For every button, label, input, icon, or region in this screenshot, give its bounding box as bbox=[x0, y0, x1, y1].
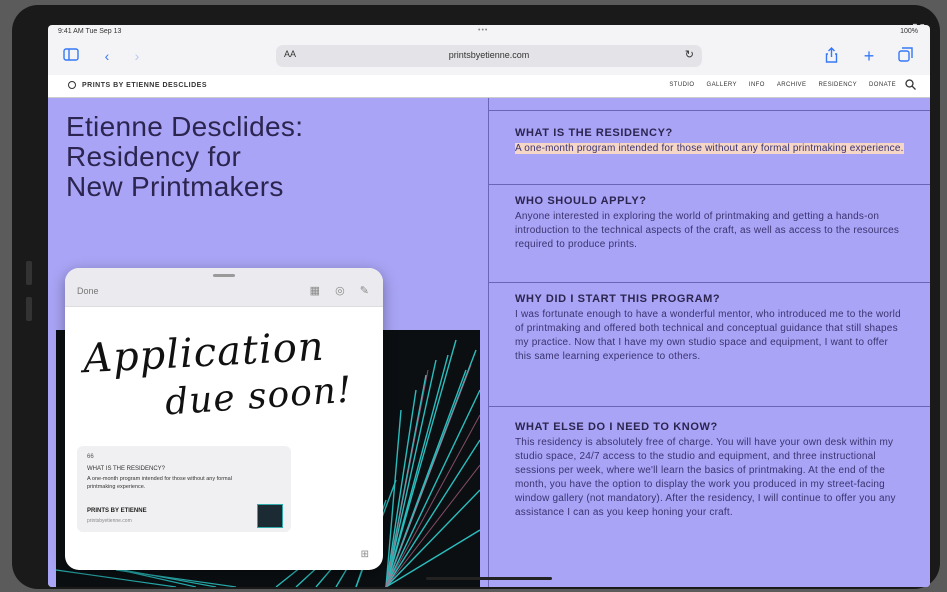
nav-residency[interactable]: RESIDENCY bbox=[818, 82, 857, 88]
nav-studio[interactable]: STUDIO bbox=[669, 82, 694, 88]
site-header: PRINTS BY ETIENNE DESCLIDES STUDIO GALLE… bbox=[48, 75, 930, 98]
title-line: Residency for bbox=[66, 141, 242, 172]
nav-info[interactable]: INFO bbox=[749, 82, 765, 88]
url-text[interactable]: printsbyetienne.com bbox=[276, 50, 702, 60]
side-button bbox=[26, 297, 32, 321]
link-card-site: PRINTS BY ETIENNE bbox=[87, 508, 147, 514]
faq-question: WHO SHOULD APPLY? bbox=[515, 195, 647, 207]
faq-item: WHO SHOULD APPLY? Anyone interested in e… bbox=[489, 184, 930, 282]
search-icon[interactable] bbox=[905, 79, 916, 93]
plus-icon[interactable]: + bbox=[858, 47, 880, 65]
chevron-left-icon[interactable]: ‹ bbox=[96, 47, 118, 65]
tabs-icon[interactable] bbox=[894, 47, 916, 65]
quick-note-window[interactable]: Done ▦ ◎ ✎ Application due soon! 66 WHAT… bbox=[65, 268, 383, 570]
faq-item: WHAT ELSE DO I NEED TO KNOW? This reside… bbox=[489, 406, 930, 587]
note-tools: ▦ ◎ ✎ bbox=[298, 284, 369, 297]
compose-icon[interactable]: ✎ bbox=[360, 285, 369, 297]
done-button[interactable]: Done bbox=[77, 286, 99, 296]
highlighted-text[interactable]: A one-month program intended for those w… bbox=[515, 143, 904, 154]
ipad-bezel: ⛶ 9:41 AM Tue Sep 13 ••• 100% ‹ › AA pri… bbox=[12, 5, 940, 589]
title-line: New Printmakers bbox=[66, 171, 284, 202]
link-card-title: WHAT IS THE RESIDENCY? bbox=[87, 466, 166, 472]
faq-answer: A one-month program intended for those w… bbox=[515, 142, 904, 156]
link-card-thumbnail bbox=[257, 504, 283, 528]
faq-question: WHAT IS THE RESIDENCY? bbox=[515, 127, 673, 139]
chevron-right-icon[interactable]: › bbox=[126, 47, 148, 65]
site-nav: STUDIO GALLERY INFO ARCHIVE RESIDENCY DO… bbox=[659, 82, 896, 88]
faq-answer: I was fortunate enough to have a wonderf… bbox=[515, 309, 901, 362]
handwritten-text: due soon! bbox=[163, 369, 354, 424]
faq-question: WHY DID I START THIS PROGRAM? bbox=[515, 293, 721, 305]
page-title: Etienne Desclides: Residency for New Pri… bbox=[66, 112, 466, 202]
battery-indicator: 100% bbox=[900, 28, 918, 35]
nav-gallery[interactable]: GALLERY bbox=[707, 82, 737, 88]
faq-answer: This residency is absolutely free of cha… bbox=[515, 437, 896, 518]
note-options-icon[interactable]: ⊞ bbox=[361, 549, 369, 560]
quote-marker: 66 bbox=[87, 454, 94, 460]
site-brand[interactable]: PRINTS BY ETIENNE DESCLIDES bbox=[68, 81, 207, 89]
faq-item: WHAT IS THE RESIDENCY? A one-month progr… bbox=[489, 110, 930, 184]
title-line: Etienne Desclides: bbox=[66, 111, 304, 142]
status-time: 9:41 AM Tue Sep 13 bbox=[58, 28, 122, 35]
side-button bbox=[26, 261, 32, 285]
reload-icon[interactable]: ↻ bbox=[685, 48, 694, 61]
quick-note-toolbar: Done ▦ ◎ ✎ bbox=[65, 268, 383, 307]
brand-name: PRINTS BY ETIENNE DESCLIDES bbox=[82, 81, 208, 89]
link-preview-card[interactable]: 66 WHAT IS THE RESIDENCY? A one-month pr… bbox=[77, 446, 291, 532]
grid-icon[interactable]: ▦ bbox=[310, 285, 320, 297]
faq-question: WHAT ELSE DO I NEED TO KNOW? bbox=[515, 421, 718, 433]
brand-logo-icon bbox=[68, 81, 76, 89]
nav-donate[interactable]: DONATE bbox=[869, 82, 896, 88]
link-card-description: A one-month program intended for those w… bbox=[87, 476, 232, 490]
sidebar-icon[interactable] bbox=[60, 47, 82, 65]
address-bar[interactable]: AA printsbyetienne.com ↻ bbox=[276, 45, 702, 67]
status-bar: 9:41 AM Tue Sep 13 ••• 100% bbox=[48, 25, 930, 39]
safari-toolbar: ‹ › AA printsbyetienne.com ↻ + bbox=[48, 39, 930, 75]
markup-icon[interactable]: ◎ bbox=[335, 285, 345, 297]
faq-answer: Anyone interested in exploring the world… bbox=[515, 211, 900, 250]
nav-archive[interactable]: ARCHIVE bbox=[777, 82, 806, 88]
drag-handle[interactable] bbox=[213, 274, 235, 277]
screen: 9:41 AM Tue Sep 13 ••• 100% ‹ › AA print… bbox=[48, 25, 930, 587]
faq-item: WHY DID I START THIS PROGRAM? I was fort… bbox=[489, 282, 930, 406]
share-icon[interactable] bbox=[820, 47, 842, 65]
home-indicator[interactable] bbox=[426, 577, 552, 580]
link-card-url: printsbyetienne.com bbox=[87, 518, 132, 524]
multitask-dots[interactable]: ••• bbox=[478, 27, 488, 34]
